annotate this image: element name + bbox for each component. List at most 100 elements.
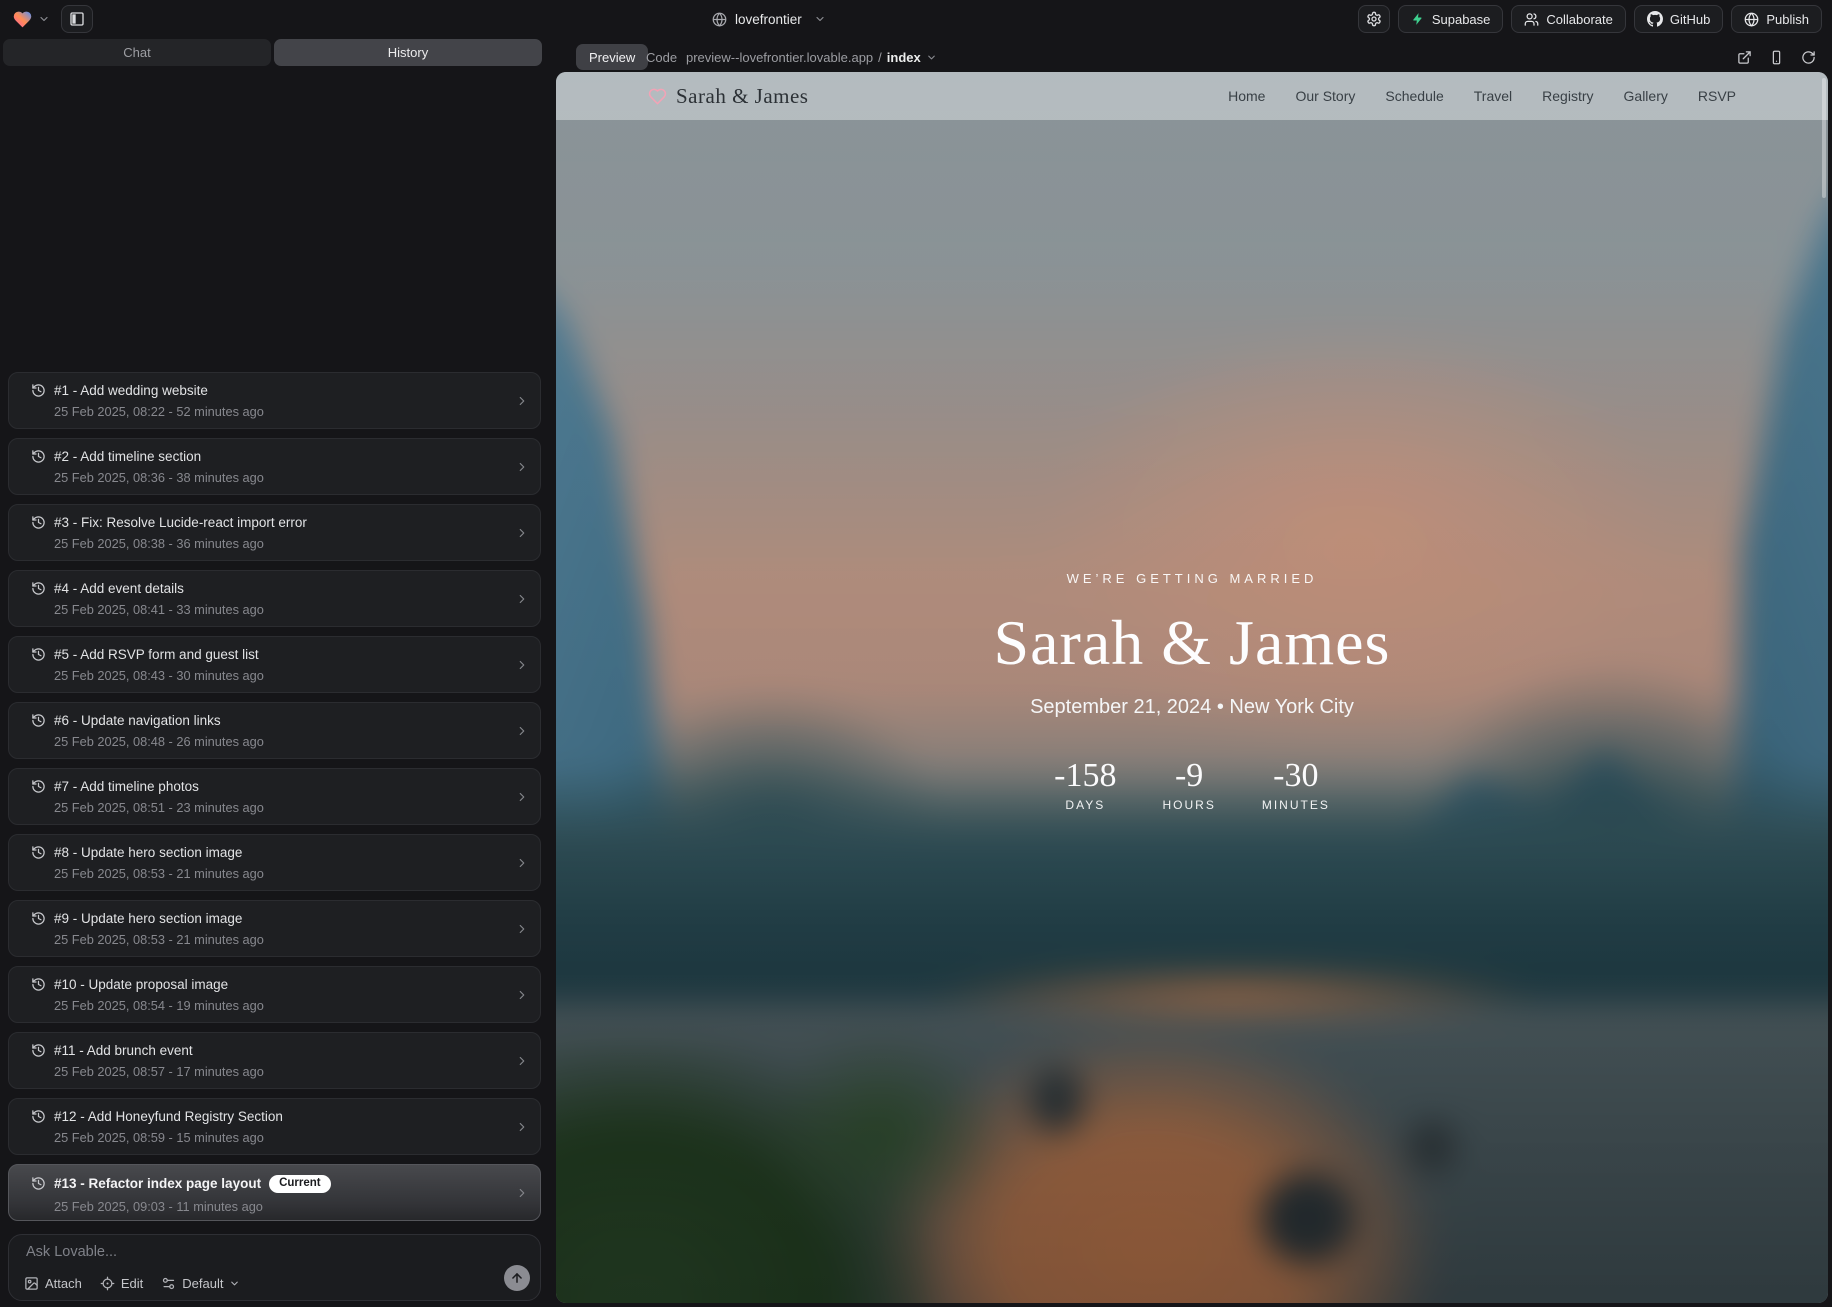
countdown-label: MINUTES [1262,798,1330,812]
chevron-right-icon[interactable] [515,592,529,606]
countdown-value: -158 [1054,757,1116,795]
github-button[interactable]: GitHub [1634,5,1723,33]
tab-history[interactable]: History [274,39,542,66]
history-item-timestamp: 25 Feb 2025, 08:57 - 17 minutes ago [54,1064,506,1079]
history-item-title: #11 - Add brunch event [54,1043,193,1058]
lovable-heart-logo[interactable] [12,9,33,30]
publish-button[interactable]: Publish [1731,5,1822,33]
history-item-timestamp: 25 Feb 2025, 08:43 - 30 minutes ago [54,668,506,683]
sliders-icon [161,1276,176,1291]
chevron-right-icon[interactable] [515,790,529,804]
history-item-timestamp: 25 Feb 2025, 08:36 - 38 minutes ago [54,470,506,485]
chevron-right-icon[interactable] [515,724,529,738]
publish-globe-icon [1744,12,1759,27]
history-item[interactable]: #8 - Update hero section image 25 Feb 20… [8,834,541,891]
history-item[interactable]: #4 - Add event details 25 Feb 2025, 08:4… [8,570,541,627]
mode-select[interactable]: Default [161,1276,240,1291]
site-header: Sarah & James Home Our Story Schedule Trave… [556,72,1828,120]
history-item[interactable]: #7 - Add timeline photos 25 Feb 2025, 08… [8,768,541,825]
chevron-right-icon[interactable] [515,1186,529,1200]
site-nav-link[interactable]: Registry [1542,88,1593,104]
history-item[interactable]: #2 - Add timeline section 25 Feb 2025, 0… [8,438,541,495]
brand-name: Sarah & James [676,84,808,109]
site-nav: Home Our Story Schedule Travel Registry Galle… [1228,88,1736,104]
countdown-column: -30 MINUTES [1262,757,1330,812]
chevron-right-icon[interactable] [515,1054,529,1068]
send-button[interactable] [504,1265,530,1291]
site-nav-link[interactable]: Home [1228,88,1265,104]
refresh-icon [1801,50,1816,65]
history-item[interactable]: #13 - Refactor index page layout Current… [8,1164,541,1221]
history-item-title: #7 - Add timeline photos [54,779,199,794]
history-icon [31,845,46,860]
chevron-right-icon[interactable] [515,658,529,672]
settings-button[interactable] [1358,5,1390,33]
project-selector[interactable]: lovefrontier [712,0,826,38]
history-icon [31,647,46,662]
attach-button[interactable]: Attach [24,1276,82,1291]
brand-heart-icon [648,87,667,106]
site-nav-link[interactable]: Travel [1474,88,1512,104]
sidebar-tabs: Chat History [3,39,542,66]
url-host: preview--lovefrontier.lovable.app [686,50,873,65]
chevron-right-icon[interactable] [515,394,529,408]
history-item-title: #2 - Add timeline section [54,449,201,464]
chevron-right-icon[interactable] [515,988,529,1002]
top-bar: lovefrontier Supabase Collaborate [0,0,1832,38]
site-nav-link[interactable]: Gallery [1624,88,1668,104]
hero-title: Sarah & James [994,606,1391,680]
countdown-label: HOURS [1162,798,1215,812]
history-item[interactable]: #1 - Add wedding website 25 Feb 2025, 08… [8,372,541,429]
edit-button[interactable]: Edit [100,1276,143,1291]
history-item[interactable]: #6 - Update navigation links 25 Feb 2025… [8,702,541,759]
chevron-right-icon[interactable] [515,526,529,540]
supabase-button[interactable]: Supabase [1398,5,1504,33]
chevron-right-icon[interactable] [515,856,529,870]
gear-icon [1366,11,1382,27]
site-nav-link[interactable]: Schedule [1385,88,1443,104]
target-icon [100,1276,115,1291]
history-item-timestamp: 25 Feb 2025, 08:54 - 19 minutes ago [54,998,506,1013]
countdown: -158 DAYS -9 HOURS -30 MINUTES [1054,757,1330,812]
preview-url[interactable]: preview--lovefrontier.lovable.app / inde… [686,44,937,70]
history-item-title: #13 - Refactor index page layout [54,1176,261,1191]
history-item[interactable]: #11 - Add brunch event 25 Feb 2025, 08:5… [8,1032,541,1089]
history-item[interactable]: #5 - Add RSVP form and guest list 25 Feb… [8,636,541,693]
logo-chevron-down-icon[interactable] [38,13,50,25]
history-item-title: #10 - Update proposal image [54,977,228,992]
tab-chat[interactable]: Chat [3,39,271,66]
refresh-button[interactable] [1801,50,1816,65]
site-nav-link[interactable]: Our Story [1295,88,1355,104]
panel-left-icon [69,11,85,27]
preview-scrollbar[interactable] [1822,78,1826,198]
smartphone-icon [1769,50,1784,65]
collaborate-button[interactable]: Collaborate [1511,5,1626,33]
countdown-column: -158 DAYS [1054,757,1116,812]
chevron-right-icon[interactable] [515,1120,529,1134]
mobile-view-button[interactable] [1769,50,1784,65]
history-item-title: #12 - Add Honeyfund Registry Section [54,1109,283,1124]
history-icon [31,977,46,992]
chevron-right-icon[interactable] [515,922,529,936]
publish-label: Publish [1766,12,1809,27]
site-nav-link[interactable]: RSVP [1698,88,1736,104]
open-external-button[interactable] [1737,50,1752,65]
history-icon [31,1043,46,1058]
history-item-timestamp: 25 Feb 2025, 08:53 - 21 minutes ago [54,932,506,947]
code-tab[interactable]: Code [638,44,685,70]
globe-icon [712,12,727,27]
history-item[interactable]: #10 - Update proposal image 25 Feb 2025,… [8,966,541,1023]
history-item-timestamp: 25 Feb 2025, 08:48 - 26 minutes ago [54,734,506,749]
history-icon [31,383,46,398]
history-item[interactable]: #9 - Update hero section image 25 Feb 20… [8,900,541,957]
history-item[interactable]: #12 - Add Honeyfund Registry Section 25 … [8,1098,541,1155]
ask-lovable-input[interactable] [26,1244,466,1260]
site-brand[interactable]: Sarah & James [648,84,808,109]
sidebar-toggle-button[interactable] [61,5,93,33]
chevron-right-icon[interactable] [515,460,529,474]
history-item[interactable]: #3 - Fix: Resolve Lucide-react import er… [8,504,541,561]
hero-subtitle: September 21, 2024 • New York City [1030,696,1354,719]
url-separator: / [878,50,882,65]
supabase-label: Supabase [1432,12,1491,27]
history-item-timestamp: 25 Feb 2025, 08:59 - 15 minutes ago [54,1130,506,1145]
